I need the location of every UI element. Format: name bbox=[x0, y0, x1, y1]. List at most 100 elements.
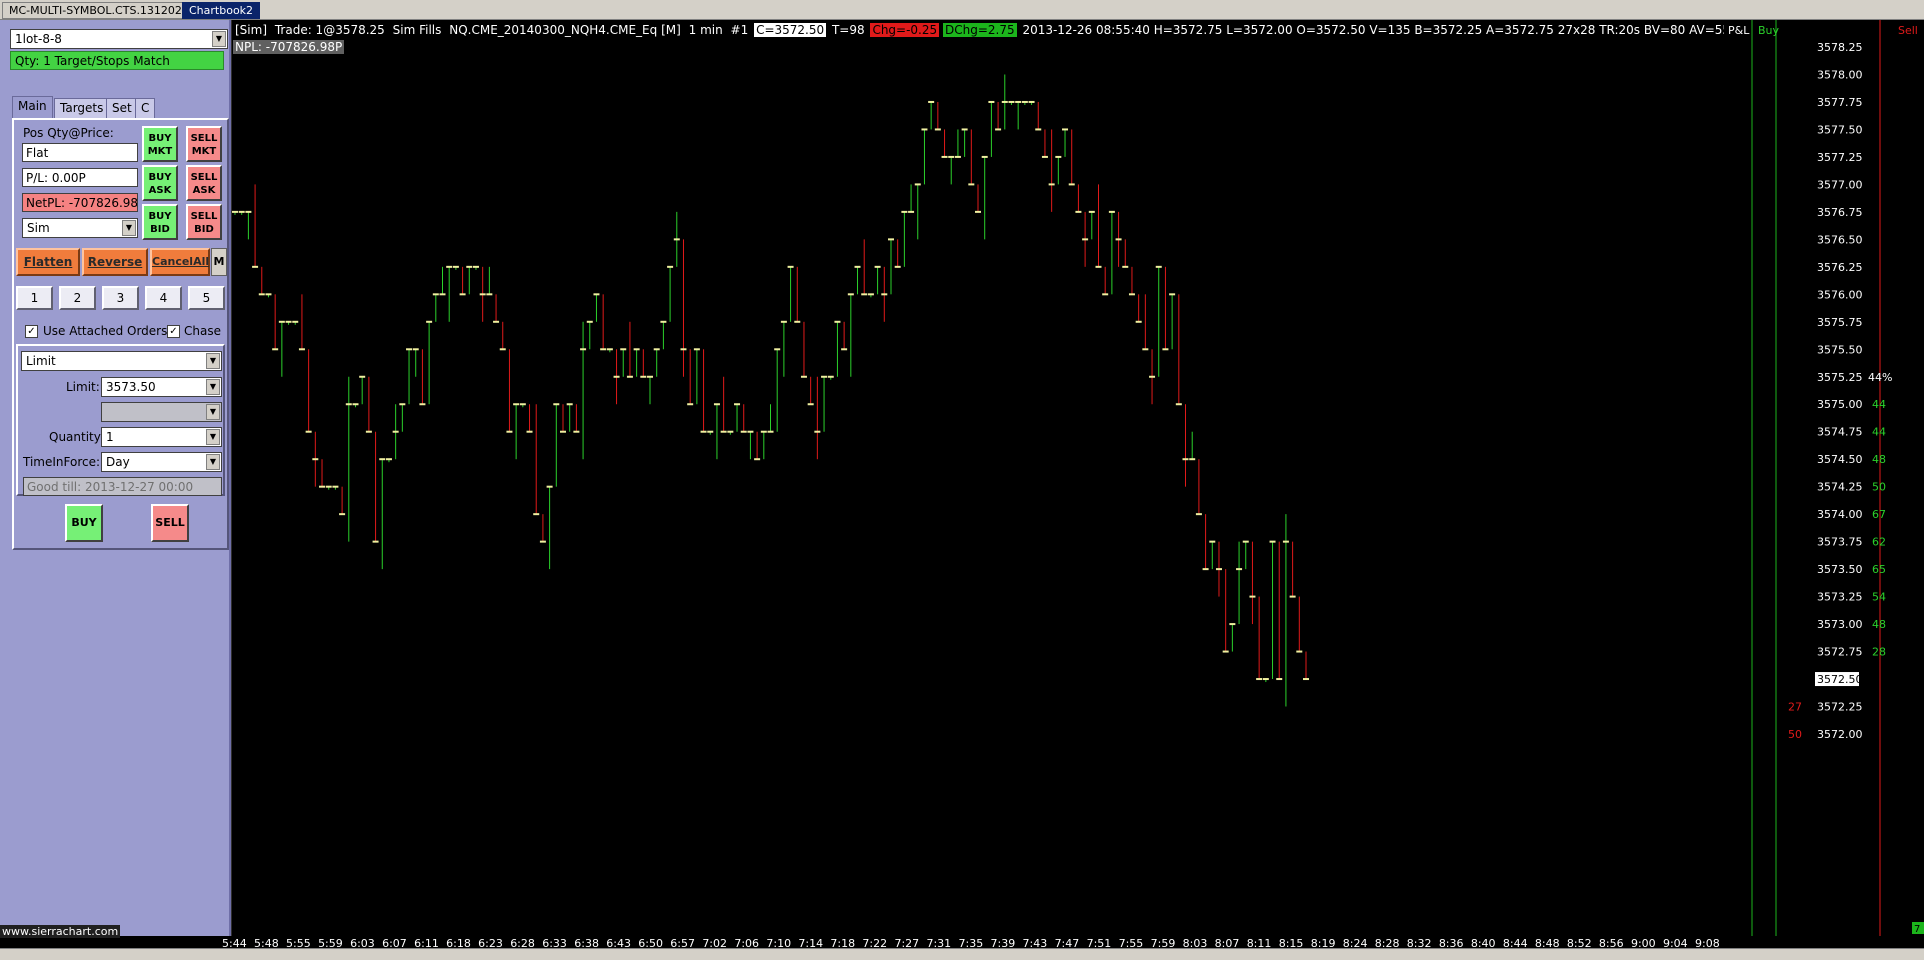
chevron-down-icon: ▼ bbox=[206, 353, 220, 369]
subtab-c[interactable]: C bbox=[135, 98, 156, 118]
chase-checkbox[interactable]: ✓ bbox=[167, 325, 180, 338]
footer-url: www.sierrachart.com bbox=[0, 925, 121, 938]
price-label: 3575.75 bbox=[1817, 316, 1863, 329]
price-label: 3577.00 bbox=[1817, 178, 1863, 191]
qty-button-1[interactable]: 1 bbox=[16, 286, 53, 310]
trade-account-combo[interactable]: 1lot-8-8 ▼ bbox=[10, 29, 228, 49]
sim-mode-combo[interactable]: Sim ▼ bbox=[22, 218, 138, 238]
price-label: 3573.00 bbox=[1817, 618, 1863, 631]
price-label: 3578.25 bbox=[1817, 41, 1863, 54]
price-label: 3573.25 bbox=[1817, 591, 1863, 604]
pl-value: P/L: 0.00P bbox=[22, 168, 138, 187]
price-scale-region[interactable]: P&L Buy Sell 3578.25 3578.00 3577.75 3577.50 35… bbox=[1724, 20, 1924, 936]
limit-price-field[interactable]: 3573.50 ▼ bbox=[101, 377, 222, 397]
use-attached-checkbox[interactable]: ✓ bbox=[25, 325, 38, 338]
buy-volume-value: 65 bbox=[1872, 563, 1886, 576]
chevron-down-icon: ▼ bbox=[212, 31, 226, 47]
volume-percent-label: 44% bbox=[1868, 371, 1892, 384]
buy-ask-button[interactable]: BUY ASK bbox=[142, 165, 178, 201]
chase-label: Chase bbox=[184, 324, 221, 338]
sell-bid-button[interactable]: SELL BID bbox=[186, 204, 222, 240]
qty-button-3[interactable]: 3 bbox=[102, 286, 139, 310]
sell-ask-button[interactable]: SELL ASK bbox=[186, 165, 222, 201]
sell-volume-value: 50 bbox=[1788, 728, 1802, 741]
price-label: 3576.75 bbox=[1817, 206, 1863, 219]
chart-header: [Sim] Trade: 1@3578.25 Sim Fills NQ.CME_… bbox=[233, 23, 1846, 39]
trade-account-value: 1lot-8-8 bbox=[15, 32, 62, 46]
reverse-button[interactable]: Reverse bbox=[82, 248, 148, 276]
price-label: 3572.00 bbox=[1817, 728, 1863, 741]
sell-market-button[interactable]: SELL MKT bbox=[186, 126, 222, 162]
price-label: 3578.00 bbox=[1817, 68, 1863, 81]
stop-price-field: ▼ bbox=[101, 402, 222, 422]
header-sim: [Sim] bbox=[235, 23, 268, 37]
price-scale-canvas: P&L Buy Sell 3578.25 3578.00 3577.75 3577.50 35… bbox=[1728, 20, 1924, 936]
qty-button-4[interactable]: 4 bbox=[145, 286, 182, 310]
subtab-set[interactable]: Set bbox=[106, 98, 138, 118]
price-label: 3576.50 bbox=[1817, 233, 1863, 246]
limit-price-value: 3573.50 bbox=[106, 380, 156, 394]
time-in-force-label: TimeInForce: bbox=[23, 455, 101, 469]
chevron-down-icon: ▼ bbox=[122, 220, 136, 236]
buy-volume-value: 50 bbox=[1872, 481, 1886, 494]
chevron-down-icon: ▼ bbox=[206, 404, 220, 420]
price-label: 3573.50 bbox=[1817, 563, 1863, 576]
chevron-down-icon: ▼ bbox=[206, 429, 220, 445]
sell-volume-value: 27 bbox=[1788, 701, 1802, 714]
limit-label: Limit: bbox=[66, 380, 100, 394]
npl-label: NPL: -707826.98P bbox=[233, 40, 345, 54]
order-type-combo[interactable]: Limit ▼ bbox=[21, 351, 222, 371]
use-attached-label: Use Attached Orders bbox=[43, 324, 168, 338]
time-in-force-value: Day bbox=[106, 455, 130, 469]
price-label: 3573.75 bbox=[1817, 536, 1863, 549]
m-button[interactable]: M bbox=[211, 248, 227, 276]
time-in-force-combo[interactable]: Day ▼ bbox=[101, 452, 222, 472]
price-label: 3574.50 bbox=[1817, 453, 1863, 466]
buy-volume-value: 44 bbox=[1872, 426, 1886, 439]
price-label: 3572.50 bbox=[1817, 673, 1863, 686]
subtab-main[interactable]: Main bbox=[12, 96, 53, 118]
price-chart-area[interactable] bbox=[231, 20, 1724, 936]
quantity-field[interactable]: 1 ▼ bbox=[101, 427, 222, 447]
qty-button-5[interactable]: 5 bbox=[188, 286, 225, 310]
price-label: 3575.25 bbox=[1817, 371, 1863, 384]
header-details: 2013-12-26 08:55:40 H=3572.75 L=3572.00 … bbox=[1022, 23, 1845, 37]
sim-mode-value: Sim bbox=[27, 221, 50, 235]
good-till-field: Good till: 2013-12-27 00:00 bbox=[23, 477, 222, 496]
subtab-targets[interactable]: Targets bbox=[54, 98, 110, 118]
buy-volume-value: 28 bbox=[1872, 646, 1886, 659]
cancel-all-button[interactable]: CancelAll bbox=[150, 248, 210, 276]
corner-badge-label: 7 bbox=[1914, 924, 1920, 935]
netpl-value: NetPL: -707826.98P bbox=[22, 193, 138, 212]
buy-volume-value: 54 bbox=[1872, 591, 1886, 604]
price-label: 3577.75 bbox=[1817, 96, 1863, 109]
qty-button-2[interactable]: 2 bbox=[59, 286, 96, 310]
price-label: 3572.25 bbox=[1817, 701, 1863, 714]
flatten-button[interactable]: Flatten bbox=[16, 248, 80, 276]
target-status-label: Qty: 1 Target/Stops Match bbox=[10, 51, 224, 70]
quantity-label: Quantity: bbox=[49, 430, 105, 444]
buy-bid-button[interactable]: BUY BID bbox=[142, 204, 178, 240]
bar-chart-canvas bbox=[232, 74, 1309, 707]
header-close: C=3572.50 bbox=[754, 23, 827, 37]
buy-header: Buy bbox=[1758, 24, 1780, 37]
buy-volume-value: 67 bbox=[1872, 508, 1886, 521]
price-label: 3572.75 bbox=[1817, 646, 1863, 659]
position-value: Flat bbox=[22, 143, 138, 162]
tab-mc-multi-symbol[interactable]: MC-MULTI-SYMBOL.CTS.131202 bbox=[2, 2, 189, 19]
header-fills: Sim Fills bbox=[392, 23, 442, 37]
price-label: 3577.25 bbox=[1817, 151, 1863, 164]
price-label: 3576.00 bbox=[1817, 288, 1863, 301]
price-label: 3575.50 bbox=[1817, 343, 1863, 356]
horizontal-scrollbar[interactable] bbox=[0, 948, 1924, 960]
buy-button[interactable]: BUY bbox=[65, 504, 103, 542]
window-tab-bar: MC-MULTI-SYMBOL.CTS.131202 Chartbook2 bbox=[0, 0, 1924, 20]
sell-button[interactable]: SELL bbox=[151, 504, 189, 542]
chevron-down-icon: ▼ bbox=[206, 379, 220, 395]
sell-header: Sell bbox=[1898, 24, 1918, 37]
buy-volume-value: 48 bbox=[1872, 618, 1886, 631]
pl-header: P&L bbox=[1728, 24, 1750, 37]
tab-chartbook2[interactable]: Chartbook2 bbox=[182, 2, 261, 19]
buy-market-button[interactable]: BUY MKT bbox=[142, 126, 178, 162]
price-label: 3574.25 bbox=[1817, 481, 1863, 494]
